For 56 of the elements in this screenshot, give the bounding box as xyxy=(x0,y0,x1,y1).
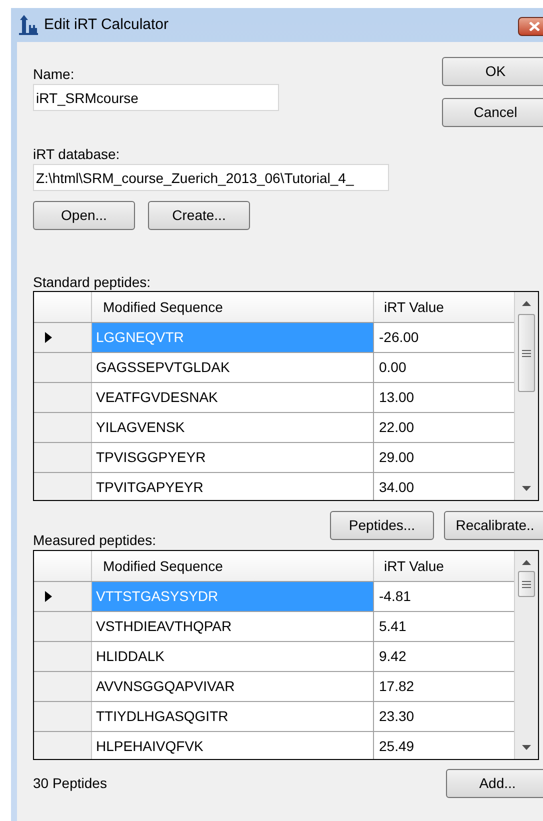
scrollbar[interactable] xyxy=(514,551,538,759)
close-icon xyxy=(529,22,540,30)
dialog-button[interactable]: OK xyxy=(442,57,543,86)
table-cell[interactable]: TPVISGGPYEYR xyxy=(92,443,374,472)
scroll-up-icon[interactable] xyxy=(522,301,531,306)
grip-icon xyxy=(522,580,531,588)
current-row-icon xyxy=(45,332,52,343)
grid-action-button[interactable]: Recalibrate.. xyxy=(444,511,543,540)
table-cell[interactable]: 13.00 xyxy=(374,383,514,412)
table-cell[interactable]: 17.82 xyxy=(374,672,514,701)
database-button[interactable]: Open... xyxy=(33,201,135,230)
table-cell[interactable]: 22.00 xyxy=(374,413,514,442)
window-title: Edit iRT Calculator xyxy=(44,14,168,35)
scrollbar[interactable] xyxy=(514,292,538,500)
column-header[interactable]: iRT Value xyxy=(374,551,514,581)
table-cell[interactable]: TTIYDLHGASQGITR xyxy=(92,702,374,731)
column-header[interactable]: iRT Value xyxy=(374,292,514,322)
table-cell[interactable]: 23.30 xyxy=(374,702,514,731)
section-label: Standard peptides: xyxy=(33,273,152,291)
table-cell[interactable]: 0.00 xyxy=(374,353,514,382)
scroll-down-icon[interactable] xyxy=(522,486,531,491)
table-cell[interactable]: TPVITGAPYEYR xyxy=(92,473,374,500)
scroll-thumb[interactable] xyxy=(518,571,535,597)
table-cell[interactable]: 9.42 xyxy=(374,642,514,671)
table-cell[interactable]: HLIDDALK xyxy=(92,642,374,671)
database-button[interactable]: Create... xyxy=(148,201,250,230)
table-cell[interactable]: -4.81 xyxy=(374,582,514,611)
table-cell[interactable]: HLPEHAIVQFVK xyxy=(92,732,374,759)
section-label: Measured peptides: xyxy=(33,531,157,550)
dialog-button[interactable]: Cancel xyxy=(442,98,543,127)
column-header[interactable]: Modified Sequence xyxy=(92,551,374,581)
table-cell[interactable]: 25.49 xyxy=(374,732,514,759)
table-cell[interactable]: GAGSSEPVTGLDAK xyxy=(92,353,374,382)
table-cell[interactable]: 5.41 xyxy=(374,612,514,641)
table-cell[interactable]: VSTHDIEAVTHQPAR xyxy=(92,612,374,641)
table-cell[interactable]: AVVNSGGQAPVIVAR xyxy=(92,672,374,701)
peptide-count: 30 Peptides xyxy=(33,774,107,793)
add-button[interactable]: Add... xyxy=(446,769,543,798)
scroll-up-icon[interactable] xyxy=(522,560,531,565)
name-field[interactable]: iRT_SRMcourse xyxy=(33,84,279,111)
current-row-icon xyxy=(45,591,52,602)
app-logo-icon xyxy=(17,14,39,36)
table-cell[interactable]: 34.00 xyxy=(374,473,514,500)
table-cell[interactable]: -26.00 xyxy=(374,323,514,352)
database-path-field[interactable]: Z:\html\SRM_course_Zuerich_2013_06\Tutorial_4_ xyxy=(33,164,389,191)
field-label: iRT database: xyxy=(33,145,121,164)
field-label: Name: xyxy=(33,65,76,84)
table-cell[interactable]: VEATFGVDESNAK xyxy=(92,383,374,412)
table-cell[interactable]: 29.00 xyxy=(374,443,514,472)
column-header[interactable]: Modified Sequence xyxy=(92,292,374,322)
close-button[interactable] xyxy=(518,16,543,36)
scroll-thumb[interactable] xyxy=(518,314,535,392)
scroll-down-icon[interactable] xyxy=(522,745,531,750)
grid-action-button[interactable]: Peptides... xyxy=(330,511,434,540)
table-cell[interactable]: YILAGVENSK xyxy=(92,413,374,442)
grip-icon xyxy=(522,350,531,356)
